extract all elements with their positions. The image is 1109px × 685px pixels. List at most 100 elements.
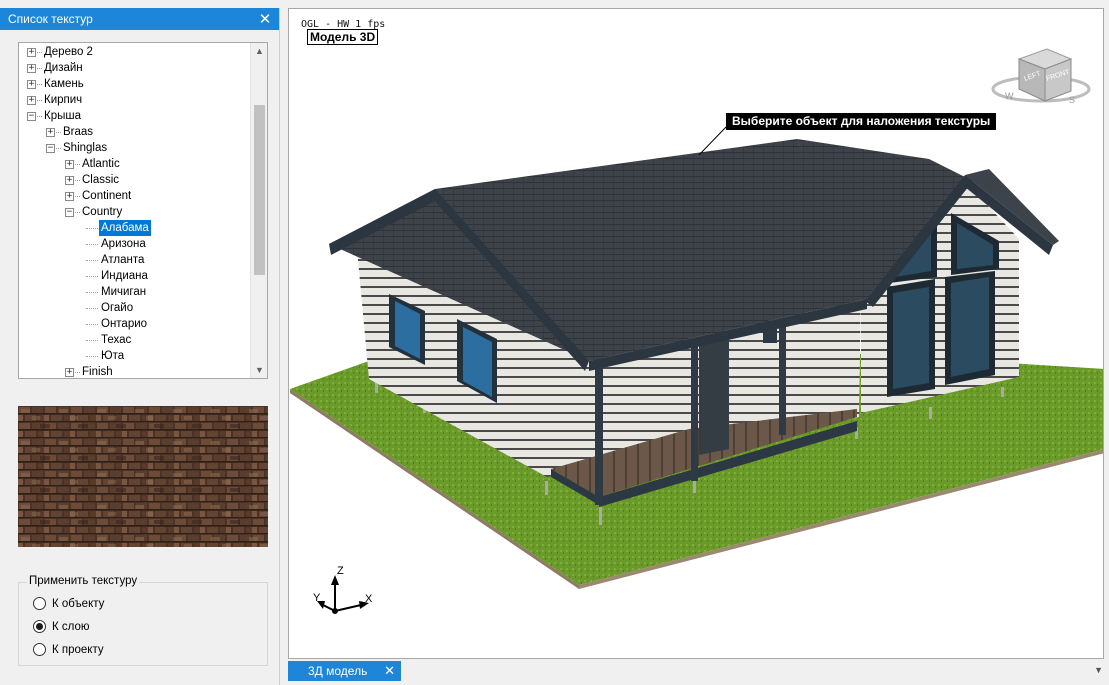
tree-item-label: Continent [82, 190, 132, 202]
chevron-down-icon[interactable]: ▼ [251, 362, 267, 378]
radio-to-project[interactable]: К проекту [33, 643, 104, 656]
texture-tree[interactable]: + Дерево 2 + Дизайн + Камень + Кирпич − Крыша + Bra… [18, 42, 268, 379]
tree-item-label: Braas [63, 126, 94, 138]
tree-item[interactable]: + Дерево 2 [19, 44, 251, 60]
close-icon[interactable]: ✕ [257, 11, 273, 27]
3d-viewport[interactable]: LEFT FRONT W S Z X Y OGL - HW 1 fps Моде… [288, 8, 1104, 659]
tree-scrollbar[interactable]: ▲ ▼ [250, 43, 267, 378]
panel-title: Список текстур [8, 12, 93, 26]
shingle-texture-image [18, 406, 268, 547]
apply-texture-legend: Применить текстуру [27, 575, 140, 587]
axis-y-label: Y [313, 592, 321, 604]
model-mode-label: Модель 3D [307, 29, 379, 45]
tree-item-label: Finish [82, 366, 113, 378]
radio-label: К проекту [52, 643, 104, 656]
door [699, 335, 729, 455]
tree-item-label: Аризона [101, 238, 146, 250]
tree-item[interactable]: Атланта [19, 252, 251, 268]
viewcube-south-label: S [1069, 95, 1075, 105]
tree-item[interactable]: − Shinglas [19, 140, 251, 156]
axis-x-label: X [365, 593, 373, 605]
expand-icon[interactable]: + [65, 368, 74, 377]
tree-item[interactable]: Мичиган [19, 284, 251, 300]
tree-item[interactable]: + Камень [19, 76, 251, 92]
tree-item-label: Крыша [44, 110, 81, 122]
radio-circle[interactable] [33, 643, 46, 656]
tree-connector [86, 292, 98, 293]
apply-texture-group: Применить текстуру К объекту К слою К пр… [18, 575, 268, 666]
tree-item[interactable]: Огайо [19, 300, 251, 316]
texture-preview [18, 406, 268, 547]
tree-item-label: Онтарио [101, 318, 148, 330]
tree-item[interactable]: − Country [19, 204, 251, 220]
tree-item-label: Country [82, 206, 123, 218]
expand-icon[interactable]: + [27, 48, 36, 57]
tree-item-label: Мичиган [101, 286, 147, 298]
collapse-icon[interactable]: − [65, 208, 74, 217]
panel-header: Список текстур ✕ [0, 8, 279, 30]
tree-item[interactable]: Аризона [19, 236, 251, 252]
radio-label: К объекту [52, 597, 105, 610]
collapse-icon[interactable]: − [27, 112, 36, 121]
tree-item[interactable]: Алабама [19, 220, 251, 236]
tree-connector [86, 276, 98, 277]
tree-item-label: Техас [101, 334, 132, 346]
axis-z-label: Z [337, 565, 344, 577]
close-icon[interactable]: ✕ [384, 663, 395, 679]
tree-item-label: Атланта [101, 254, 145, 266]
tree-item[interactable]: + Braas [19, 124, 251, 140]
expand-icon[interactable]: + [27, 96, 36, 105]
tree-item-label: Кирпич [44, 94, 83, 106]
tree-connector [86, 244, 98, 245]
tree-item[interactable]: + Finish [19, 364, 251, 378]
tree-item[interactable]: + Дизайн [19, 60, 251, 76]
tree-connector [86, 228, 98, 229]
tree-item-label: Atlantic [82, 158, 120, 170]
tree-connector [86, 356, 98, 357]
view-cube[interactable]: LEFT FRONT W S [991, 48, 1091, 105]
tree-connector [86, 260, 98, 261]
radio-circle[interactable] [33, 620, 46, 633]
tree-item[interactable]: Юта [19, 348, 251, 364]
ucs-axes-icon: Z X Y [313, 565, 373, 614]
tree-item-label: Дизайн [44, 62, 83, 74]
tree-item[interactable]: Онтарио [19, 316, 251, 332]
tree-item[interactable]: + Continent [19, 188, 251, 204]
expand-icon[interactable]: + [65, 176, 74, 185]
house-3d-model[interactable]: LEFT FRONT W S Z X Y [289, 9, 1104, 659]
expand-icon[interactable]: + [27, 80, 36, 89]
tree-item[interactable]: Техас [19, 332, 251, 348]
radio-circle[interactable] [33, 597, 46, 610]
expand-icon[interactable]: + [65, 160, 74, 169]
tree-item[interactable]: + Classic [19, 172, 251, 188]
tree-item-label: Classic [82, 174, 120, 186]
tree-item-label: Огайо [101, 302, 134, 314]
radio-to-layer[interactable]: К слою [33, 620, 90, 633]
radio-label: К слою [52, 620, 90, 633]
tree-connector [86, 308, 98, 309]
tree-item-label: Дерево 2 [44, 46, 93, 58]
radio-to-object[interactable]: К объекту [33, 597, 104, 610]
tree-item[interactable]: − Крыша [19, 108, 251, 124]
tree-item-label: Камень [44, 78, 84, 90]
window-glass [893, 287, 929, 389]
tree-item[interactable]: + Кирпич [19, 92, 251, 108]
tree-item[interactable]: + Atlantic [19, 156, 251, 172]
tree-item[interactable]: Индиана [19, 268, 251, 284]
tree-item-label: Shinglas [63, 142, 108, 154]
collapse-icon[interactable]: − [46, 144, 55, 153]
tree-item-label: Алабама [99, 220, 151, 236]
expand-icon[interactable]: + [27, 64, 36, 73]
tab-3d-model[interactable]: 3Д модель ✕ [288, 661, 401, 681]
window-glass [951, 277, 989, 377]
chevron-up-icon[interactable]: ▲ [251, 43, 267, 59]
chevron-down-icon[interactable]: ▼ [1094, 665, 1103, 675]
expand-icon[interactable]: + [46, 128, 55, 137]
document-tabbar: 3Д модель ✕ ▼ [288, 661, 1109, 681]
tree-connector [86, 324, 98, 325]
viewcube-west-label: W [1005, 91, 1014, 101]
expand-icon[interactable]: + [65, 192, 74, 201]
command-prompt: Выберите объект для наложения текстуры [726, 113, 997, 130]
scroll-thumb[interactable] [254, 105, 265, 275]
tree-connector [86, 340, 98, 341]
